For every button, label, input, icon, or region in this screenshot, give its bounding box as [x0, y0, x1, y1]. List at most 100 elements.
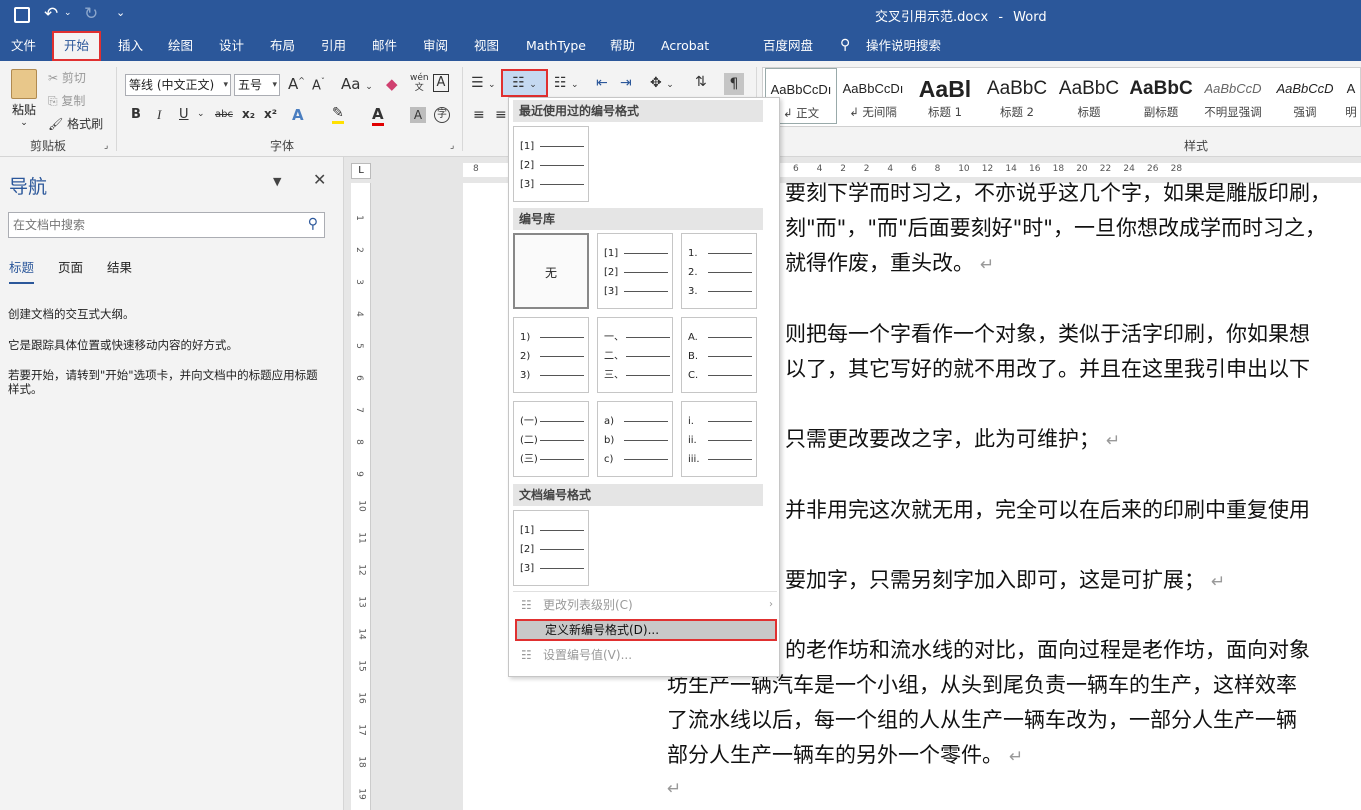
tab-review[interactable]: 审阅	[423, 30, 448, 61]
numbering-library-item[interactable]: [1] [2] [3]	[597, 233, 673, 309]
tab-layout[interactable]: 布局	[270, 30, 295, 61]
redo-icon[interactable]: ↻	[84, 4, 98, 24]
tab-draw[interactable]: 绘图	[168, 30, 193, 61]
ruler-tick: 6	[793, 164, 799, 174]
italic-button[interactable]: I	[157, 107, 161, 123]
font-launcher-icon[interactable]: ⌟	[450, 141, 454, 151]
doc-line: 刻"而"，"而"后面要刻好"时"，一旦你想改成学而时习之，	[785, 212, 1326, 242]
enclose-char-icon[interactable]: 字	[434, 107, 450, 123]
paste-button[interactable]: 粘贴 ⌄	[6, 67, 42, 129]
subscript-button[interactable]: x₂	[242, 107, 255, 121]
ruler-tick: 4	[816, 164, 823, 174]
style-heading-2[interactable]: AaBbC 标题 2	[981, 68, 1053, 126]
numbering-library-item[interactable]: a) b) c)	[597, 401, 673, 477]
multilevel-list-icon[interactable]: ☷ ⌄	[554, 75, 579, 91]
nav-tab-results[interactable]: 结果	[107, 257, 132, 276]
customize-toolbar-icon[interactable]: ⌄	[116, 6, 125, 19]
tab-mathtype[interactable]: MathType	[526, 30, 586, 61]
tab-references[interactable]: 引用	[321, 30, 346, 61]
undo-dropdown-icon[interactable]: ⌄	[64, 8, 72, 18]
highlight-icon[interactable]: ✎	[332, 105, 344, 124]
numbering-library-item[interactable]: i. ii. iii.	[681, 401, 757, 477]
ruler-tick: 2	[353, 247, 364, 253]
copy-button[interactable]: ⎘ 复制	[48, 92, 85, 109]
align-center-icon[interactable]: ≡	[495, 107, 507, 123]
underline-button[interactable]: U	[179, 107, 189, 122]
ruler-corner[interactable]: L	[351, 163, 371, 179]
font-color-icon[interactable]: A	[372, 105, 384, 126]
shrink-font-button[interactable]: Aˇ	[312, 77, 325, 93]
document-format-item[interactable]: [1] [2] [3]	[513, 510, 589, 586]
style-heading-1[interactable]: AaBl 标题 1	[909, 68, 981, 126]
numbering-none[interactable]: 无	[513, 233, 589, 309]
nav-tab-headings[interactable]: 标题	[9, 257, 35, 284]
chinese-layout-icon[interactable]: ✥ ⌄	[650, 75, 674, 91]
increase-indent-icon[interactable]: ⇥	[620, 75, 632, 91]
tab-file[interactable]: 文件	[11, 30, 36, 61]
recent-format-item[interactable]: [1] [2] [3]	[513, 126, 589, 202]
paragraph-mark: ↵	[1009, 747, 1024, 767]
save-icon[interactable]	[14, 7, 30, 23]
tab-help[interactable]: 帮助	[610, 30, 635, 61]
tab-design[interactable]: 设计	[219, 30, 244, 61]
tell-me-search[interactable]: 操作说明搜索	[866, 30, 941, 61]
paragraph-mark: ↵	[1106, 431, 1121, 451]
align-left-icon[interactable]: ≡	[473, 107, 485, 123]
tab-mailings[interactable]: 邮件	[372, 30, 397, 61]
font-size-select[interactable]: 五号 ▾	[234, 74, 280, 96]
text-effects-icon[interactable]: A	[292, 106, 304, 124]
change-case-button[interactable]: Aa ⌄	[341, 75, 373, 93]
char-shading-icon[interactable]: A	[410, 107, 426, 123]
sort-icon[interactable]: ⇅	[695, 74, 707, 90]
ruler-tick: 10	[356, 500, 367, 512]
font-name-select[interactable]: 等线 (中文正文) ▾	[125, 74, 231, 96]
numbering-library-item[interactable]: 1) 2) 3)	[513, 317, 589, 393]
style-subtle-emphasis[interactable]: AaBbCcD 不明显强调	[1197, 68, 1269, 126]
numbering-library-item[interactable]: 1. 2. 3.	[681, 233, 757, 309]
tab-acrobat[interactable]: Acrobat	[661, 30, 709, 61]
clear-format-icon[interactable]: ◆	[386, 75, 398, 93]
doc-line: 的老作坊和流水线的对比，面向过程是老作坊，面向对象	[785, 634, 1310, 664]
undo-icon[interactable]: ↶	[44, 4, 58, 24]
numbering-marker: A.	[688, 332, 698, 343]
nav-search-box[interactable]: ⚲	[8, 212, 325, 238]
grow-font-button[interactable]: A^	[288, 75, 305, 93]
search-icon[interactable]: ⚲	[308, 216, 318, 232]
tab-baidu[interactable]: 百度网盘	[763, 30, 813, 61]
tab-view[interactable]: 视图	[474, 30, 499, 61]
bullets-icon[interactable]: ☰ ⌄	[471, 75, 496, 91]
style-more[interactable]: A明	[1341, 68, 1361, 126]
decrease-indent-icon[interactable]: ⇤	[596, 75, 608, 91]
set-numbering-value-item[interactable]: ☷ 设置编号值(V)...	[515, 644, 777, 666]
vertical-ruler[interactable]: 1 2 3 4 5 6 7 8 9 10 11 12 13 14 15 16 17 18 19	[351, 183, 371, 810]
tab-home[interactable]: 开始	[52, 31, 102, 61]
bold-button[interactable]: B	[131, 107, 141, 122]
style-emphasis[interactable]: AaBbCcD 强调	[1269, 68, 1341, 126]
numbering-button[interactable]: ☷ ⌄	[501, 69, 548, 97]
tab-insert[interactable]: 插入	[118, 30, 143, 61]
nav-search-input[interactable]	[13, 214, 283, 236]
underline-dropdown-icon[interactable]: ⌄	[197, 109, 205, 119]
change-list-level-item[interactable]: ☷ 更改列表级别(C) ›	[515, 594, 777, 616]
char-border-icon[interactable]: A	[433, 74, 449, 92]
numbering-library-item[interactable]: (一) (二) (三)	[513, 401, 589, 477]
define-new-format-item[interactable]: 定义新编号格式(D)...	[515, 619, 777, 641]
format-painter-button[interactable]: 🖌 格式刷	[48, 115, 103, 132]
ruler-tick: 6	[353, 375, 364, 381]
style-no-spacing[interactable]: AaBbCcDı ↲ 无间隔	[837, 68, 909, 126]
nav-tab-pages[interactable]: 页面	[58, 257, 83, 276]
cut-button[interactable]: ✂ 剪切	[48, 69, 86, 86]
strikethrough-button[interactable]: abc	[215, 109, 233, 120]
style-title[interactable]: AaBbC 标题	[1053, 68, 1125, 126]
numbering-library-item[interactable]: A. B. C.	[681, 317, 757, 393]
nav-options-icon[interactable]: ▼	[273, 175, 281, 188]
show-marks-icon[interactable]: ¶	[724, 73, 744, 95]
ruler-tick: 4	[887, 164, 894, 174]
close-icon[interactable]: ✕	[313, 170, 326, 189]
phonetic-guide-button[interactable]: wén 文	[410, 73, 429, 93]
numbering-marker: [2]	[604, 267, 619, 278]
numbering-library-item[interactable]: 一、 二、 三、	[597, 317, 673, 393]
clipboard-launcher-icon[interactable]: ⌟	[104, 141, 108, 151]
superscript-button[interactable]: x²	[264, 107, 277, 121]
style-subtitle[interactable]: AaBbC 副标题	[1125, 68, 1197, 126]
